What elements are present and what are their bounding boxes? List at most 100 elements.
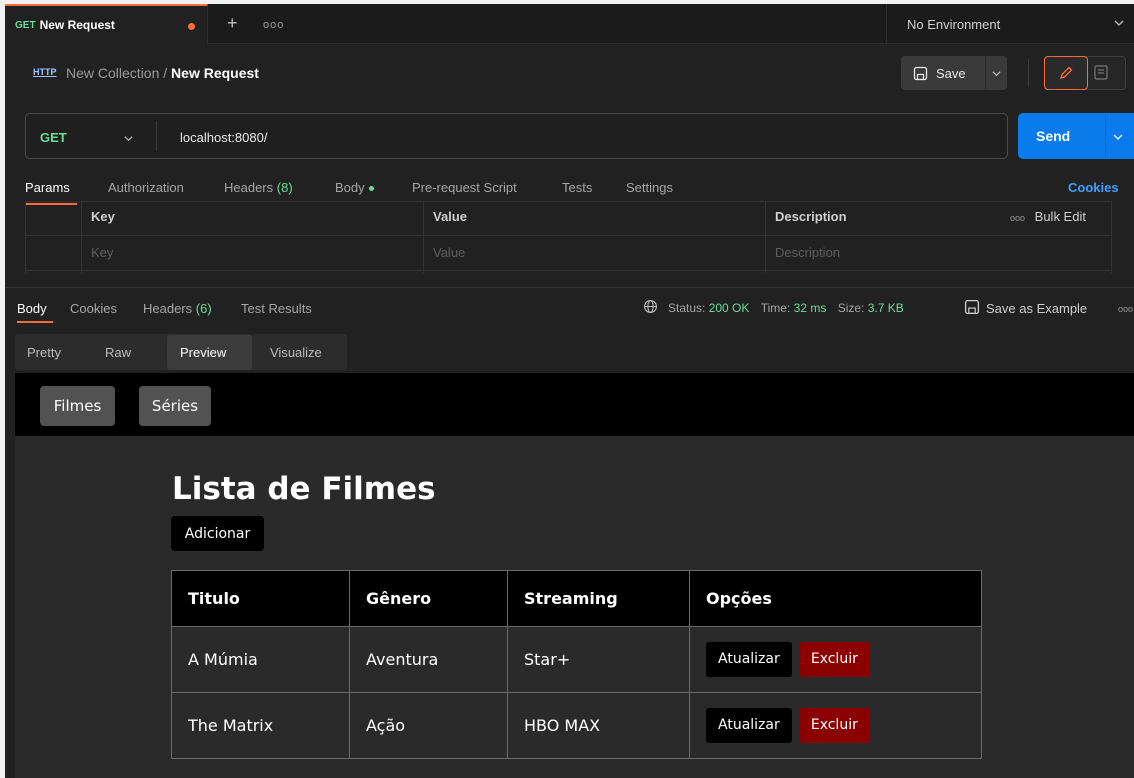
- cell-titulo: A Múmia: [171, 626, 350, 693]
- active-tab-indicator: [17, 321, 53, 323]
- films-table: Titulo Gênero Streaming Opções A Múmia A…: [171, 570, 982, 759]
- save-icon: [913, 66, 928, 81]
- tab-params[interactable]: Params: [25, 180, 70, 195]
- view-visualize[interactable]: Visualize: [270, 345, 322, 360]
- time-label: Time:: [760, 301, 791, 315]
- tab-more-icon[interactable]: ooo: [263, 19, 284, 31]
- tab-pre-request-script[interactable]: Pre-request Script: [412, 180, 517, 195]
- environment-label: No Environment: [907, 16, 1001, 32]
- tab-headers-count: (8): [276, 180, 293, 195]
- response-headers-count: (6): [195, 301, 212, 316]
- nav-filmes-button[interactable]: Filmes: [40, 386, 115, 426]
- tab-title: New Request: [39, 18, 115, 32]
- size-value[interactable]: 3.7 KB: [868, 301, 904, 315]
- save-label: Save: [936, 65, 966, 81]
- response-tab-test-results[interactable]: Test Results: [241, 301, 312, 316]
- params-col-line: [81, 201, 82, 273]
- tab-headers-label: Headers: [224, 180, 274, 195]
- save-options-button[interactable]: [985, 56, 1007, 90]
- body-indicator-icon: [368, 186, 374, 192]
- breadcrumb: New Collection / New Request: [66, 65, 259, 81]
- method-selector[interactable]: GET: [40, 130, 67, 145]
- globe-icon[interactable]: [643, 299, 658, 314]
- response-tab-body[interactable]: Body: [17, 301, 47, 316]
- cell-streaming: HBO MAX: [507, 692, 690, 759]
- delete-button[interactable]: Excluir: [798, 708, 870, 743]
- new-tab-plus-icon[interactable]: +: [227, 13, 238, 34]
- toolbar-divider: [1028, 59, 1029, 87]
- breadcrumb-collection[interactable]: New Collection: [66, 65, 159, 81]
- params-col-line: [25, 201, 26, 273]
- page-title: Lista de Filmes: [172, 471, 436, 507]
- params-col-line: [765, 201, 766, 273]
- response-tab-headers[interactable]: Headers (6): [143, 301, 212, 316]
- cookies-link[interactable]: Cookies: [1068, 180, 1119, 195]
- time-value[interactable]: 32 ms: [794, 301, 827, 315]
- params-col-description: Description: [775, 209, 847, 224]
- col-genero: Gênero: [349, 570, 508, 627]
- value-input[interactable]: Value: [433, 245, 465, 260]
- size-label: Size:: [837, 301, 865, 315]
- view-raw[interactable]: Raw: [105, 345, 131, 360]
- chevron-down-icon[interactable]: [1113, 17, 1125, 29]
- response-tab-cookies[interactable]: Cookies: [70, 301, 117, 316]
- params-col-value: Value: [433, 209, 467, 224]
- response-headers-label: Headers: [143, 301, 193, 316]
- breadcrumb-separator: /: [163, 65, 168, 81]
- col-opcoes: Opções: [689, 570, 982, 627]
- cell-options: Atualizar Excluir: [689, 692, 982, 759]
- tab-body-label: Body: [335, 180, 365, 195]
- cell-genero: Ação: [349, 692, 508, 759]
- update-button[interactable]: Atualizar: [706, 642, 792, 677]
- description-input[interactable]: Description: [775, 245, 840, 260]
- bulk-edit-button[interactable]: ooo Bulk Edit: [1010, 209, 1086, 224]
- table-header-row: Titulo Gênero Streaming Opções: [171, 570, 982, 627]
- params-col-key: Key: [91, 209, 115, 224]
- table-row: The Matrix Ação HBO MAX Atualizar Exclui…: [171, 692, 982, 759]
- view-preview[interactable]: Preview: [180, 345, 226, 360]
- tab-settings[interactable]: Settings: [626, 180, 673, 195]
- pencil-icon[interactable]: [1044, 56, 1088, 90]
- url-input[interactable]: localhost:8080/: [180, 130, 267, 145]
- url-bar: [25, 113, 1008, 159]
- chevron-down-icon[interactable]: [123, 133, 134, 144]
- update-button[interactable]: Atualizar: [706, 708, 792, 743]
- save-button[interactable]: Save: [901, 56, 991, 90]
- params-col-line: [1111, 201, 1112, 273]
- params-header-row: [25, 201, 1111, 236]
- url-divider: [156, 121, 157, 151]
- tab-headers[interactable]: Headers (8): [224, 180, 293, 195]
- comment-icon[interactable]: [1093, 64, 1109, 82]
- params-empty-row: [25, 236, 1111, 271]
- params-more-icon[interactable]: ooo: [1010, 213, 1025, 223]
- tab-tests[interactable]: Tests: [562, 180, 592, 195]
- bulk-edit-label: Bulk Edit: [1034, 209, 1086, 224]
- cell-genero: Aventura: [349, 626, 508, 693]
- tab-authorization[interactable]: Authorization: [108, 180, 184, 195]
- cell-titulo: The Matrix: [171, 692, 350, 759]
- nav-series-button[interactable]: Séries: [139, 386, 211, 426]
- breadcrumb-request[interactable]: New Request: [171, 65, 259, 81]
- save-icon: [964, 299, 980, 315]
- cell-streaming: Star+: [507, 626, 690, 693]
- cell-options: Atualizar Excluir: [689, 626, 982, 693]
- chevron-down-icon[interactable]: [1112, 131, 1124, 143]
- status-label: Status:: [668, 301, 706, 315]
- save-as-example-button[interactable]: Save as Example: [986, 301, 1087, 316]
- status-value[interactable]: 200 OK: [709, 301, 750, 315]
- environment-selector[interactable]: No Environment: [886, 4, 1134, 44]
- pane-divider[interactable]: [5, 287, 1134, 288]
- add-button[interactable]: Adicionar: [171, 516, 264, 551]
- key-input[interactable]: Key: [91, 245, 113, 260]
- table-row: A Múmia Aventura Star+ Atualizar Excluir: [171, 626, 982, 693]
- response-status: Status: 200 OK Time: 32 ms Size: 3.7 KB: [668, 301, 904, 315]
- params-col-line: [423, 201, 424, 273]
- tab-body[interactable]: Body: [335, 180, 374, 195]
- col-titulo: Titulo: [171, 570, 350, 627]
- tab-new-request[interactable]: GET New Request: [5, 4, 208, 44]
- send-button[interactable]: Send: [1018, 113, 1116, 159]
- http-icon: HTTP: [33, 67, 57, 77]
- delete-button[interactable]: Excluir: [798, 642, 870, 677]
- view-pretty[interactable]: Pretty: [27, 345, 61, 360]
- response-more-icon[interactable]: ooo: [1118, 304, 1133, 314]
